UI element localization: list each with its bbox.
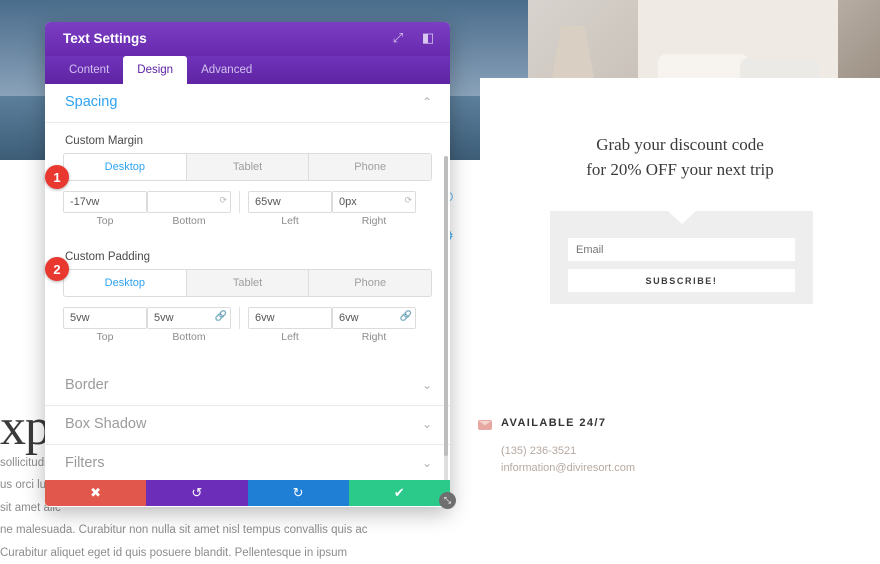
padding-bottom-link-icon[interactable]: 🔗 xyxy=(215,311,227,322)
margin-bottom-reset-icon[interactable]: ⟳ xyxy=(219,195,227,206)
margin-left-label: Left xyxy=(281,215,299,227)
expand-icon[interactable]: ⤢ xyxy=(390,30,406,46)
margin-divider xyxy=(239,191,240,213)
margin-right-cell: ⟳ Right xyxy=(332,191,416,227)
resize-handle-icon[interactable]: ⤡ xyxy=(439,492,456,509)
chevron-down-icon: ⌄ xyxy=(421,417,432,431)
custom-padding-label: Custom Padding xyxy=(65,251,151,263)
text-settings-modal: Text Settings ⤢ ◧ Content Design Advance… xyxy=(45,22,450,507)
modal-body: Spacing ⌃ Custom Margin Desktop Tablet P… xyxy=(45,84,450,507)
section-border-label: Border xyxy=(65,377,109,393)
promo-title-line2: for 20% OFF your next trip xyxy=(586,159,774,179)
margin-top-input[interactable] xyxy=(63,191,147,213)
margin-left-input[interactable] xyxy=(248,191,332,213)
padding-left-label: Left xyxy=(281,331,299,343)
subscribe-button[interactable]: SUBSCRIBE! xyxy=(568,269,795,292)
margin-top-cell: Top xyxy=(63,191,147,227)
lamp xyxy=(552,26,594,78)
custom-padding-fields: Top 🔗 Bottom Left 🔗 Right xyxy=(63,307,432,349)
section-box-shadow-label: Box Shadow xyxy=(65,416,147,432)
section-spacing-header[interactable]: Spacing ⌃ xyxy=(45,84,450,123)
subscribe-card: SUBSCRIBE! xyxy=(550,211,813,304)
custom-margin-label: Custom Margin xyxy=(65,135,143,147)
margin-device-tabs: Desktop Tablet Phone xyxy=(63,153,432,181)
section-spacing-label: Spacing xyxy=(65,94,118,110)
save-button[interactable]: ✔ xyxy=(348,480,450,506)
margin-right-input[interactable] xyxy=(332,191,416,213)
margin-device-desktop[interactable]: Desktop xyxy=(64,154,187,180)
padding-left-cell: Left xyxy=(248,307,332,343)
chevron-down-icon: ⌄ xyxy=(421,456,432,470)
step-badge-1: 1 xyxy=(45,165,69,189)
padding-right-label: Right xyxy=(361,331,387,343)
step-badge-2: 2 xyxy=(45,257,69,281)
scrollbar-thumb[interactable] xyxy=(444,156,448,456)
modal-header: Text Settings ⤢ ◧ xyxy=(45,22,450,56)
custom-margin-fields: Top ⟳ Bottom Left ⟳ Right xyxy=(63,191,432,233)
padding-top-label: Top xyxy=(96,331,114,343)
modal-scrollbar[interactable] xyxy=(444,156,448,507)
chevron-up-icon: ⌃ xyxy=(421,95,432,109)
redo-button[interactable]: ↻ xyxy=(247,480,349,506)
margin-right-reset-icon[interactable]: ⟳ xyxy=(404,195,412,206)
dock-icon[interactable]: ◧ xyxy=(420,30,436,46)
promo-title-line1: Grab your discount code xyxy=(596,135,764,154)
section-filters-header[interactable]: Filters ⌄ xyxy=(45,445,450,484)
section-border-header[interactable]: Border ⌄ xyxy=(45,367,450,406)
tab-design[interactable]: Design xyxy=(123,56,188,84)
padding-device-tablet[interactable]: Tablet xyxy=(186,270,310,296)
margin-bottom-input[interactable] xyxy=(147,191,231,213)
section-filters-label: Filters xyxy=(65,455,105,471)
contact-title: AVAILABLE 24/7 xyxy=(501,417,607,429)
margin-left-cell: Left xyxy=(248,191,332,227)
margin-device-tablet[interactable]: Tablet xyxy=(186,154,310,180)
cancel-button[interactable]: ✖ xyxy=(45,480,147,506)
tab-advanced[interactable]: Advanced xyxy=(187,56,266,84)
modal-footer-actions: ✖ ↺ ↻ ✔ xyxy=(45,480,450,506)
card-notch xyxy=(667,211,696,224)
modal-title: Text Settings xyxy=(63,31,147,46)
padding-bottom-cell: 🔗 Bottom xyxy=(147,307,231,343)
padding-device-tabs: Desktop Tablet Phone xyxy=(63,269,432,297)
margin-device-phone[interactable]: Phone xyxy=(309,154,431,180)
margin-bottom-label: Bottom xyxy=(172,215,206,227)
promo-title: Grab your discount code for 20% OFF your… xyxy=(480,133,880,182)
modal-tab-bar: Content Design Advanced xyxy=(45,56,450,84)
margin-top-label: Top xyxy=(96,215,114,227)
tab-content[interactable]: Content xyxy=(55,56,123,84)
margin-bottom-cell: ⟳ Bottom xyxy=(147,191,231,227)
envelope-icon xyxy=(478,420,492,430)
padding-left-input[interactable] xyxy=(248,307,332,329)
padding-device-phone[interactable]: Phone xyxy=(309,270,431,296)
contact-phone: (135) 236-3521 xyxy=(501,445,577,457)
email-field[interactable] xyxy=(568,238,795,261)
padding-right-link-icon[interactable]: 🔗 xyxy=(400,311,412,322)
padding-bottom-label: Bottom xyxy=(172,331,206,343)
chevron-down-icon: ⌄ xyxy=(421,378,432,392)
undo-button[interactable]: ↺ xyxy=(146,480,248,506)
padding-top-cell: Top xyxy=(63,307,147,343)
margin-right-label: Right xyxy=(361,215,387,227)
padding-device-desktop[interactable]: Desktop xyxy=(64,270,187,296)
padding-top-input[interactable] xyxy=(63,307,147,329)
padding-divider xyxy=(239,307,240,329)
contact-email: information@diviresort.com xyxy=(501,462,636,474)
section-box-shadow-header[interactable]: Box Shadow ⌄ xyxy=(45,406,450,445)
padding-right-cell: 🔗 Right xyxy=(332,307,416,343)
